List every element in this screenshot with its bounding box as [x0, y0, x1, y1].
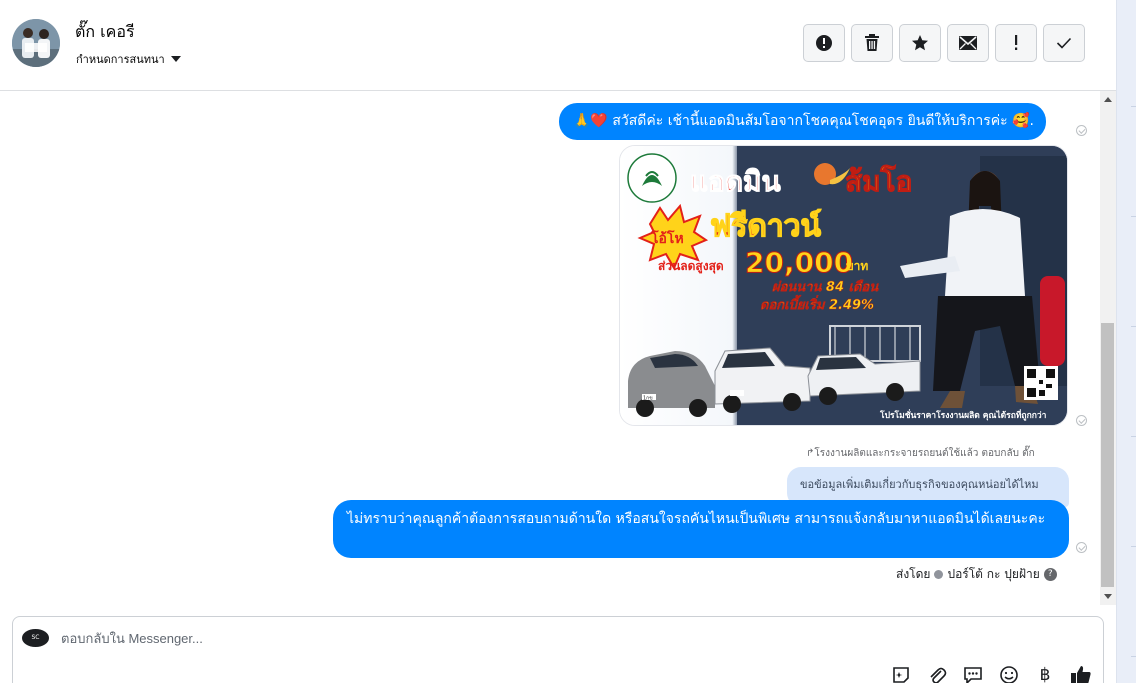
reply-input[interactable]: [61, 627, 961, 649]
star-button[interactable]: [899, 24, 941, 62]
emoji-icon: [1000, 666, 1018, 683]
star-icon: [912, 35, 928, 51]
follow-up-button[interactable]: [995, 24, 1037, 62]
sender-avatar-icon: [934, 570, 944, 579]
reply-context-label: ↱โรงงานผลิตและกระจายรถยนต์ใช้แล้ว ตอบกลั…: [806, 448, 1035, 459]
mark-spam-button[interactable]: [803, 24, 845, 62]
svg-text:20,000: 20,000: [745, 246, 853, 279]
svg-text:ส่วนลดสูงสุด: ส่วนลดสูงสุด: [658, 259, 724, 274]
read-receipt-icon: [1076, 415, 1087, 426]
sent-by-label: ส่งโดย ปอร์โต้ กะ ปุยฝ้าย ?: [896, 565, 1057, 584]
attach-button[interactable]: [925, 663, 949, 683]
baht-icon: ฿: [1039, 665, 1051, 683]
page-avatar: SC: [22, 629, 49, 647]
sticker-button[interactable]: [889, 663, 913, 683]
saved-replies-button[interactable]: [961, 663, 985, 683]
panel-divider: [1131, 546, 1136, 547]
panel-divider: [1131, 106, 1136, 107]
scroll-down-arrow-icon[interactable]: [1104, 594, 1112, 599]
trash-icon: [865, 34, 879, 51]
promo-image[interactable]: แอดมิน ส้มโอ โอ้โห ฟรีดาวน์ ส่วนลดสูงสุด…: [619, 145, 1068, 426]
sender-name[interactable]: ปอร์โต้ กะ ปุยฝ้าย: [947, 565, 1039, 584]
sent-by-prefix: ส่งโดย: [896, 567, 931, 581]
scroll-up-arrow-icon[interactable]: [1104, 97, 1112, 102]
message-bubble-greeting[interactable]: 🙏❤️ สวัสดีค่ะ เช้านี้แอดมินส้มโอจากโชคคุ…: [559, 103, 1046, 140]
delete-button[interactable]: [851, 24, 893, 62]
thumbs-up-icon: [1071, 666, 1091, 683]
assign-conversation-dropdown[interactable]: กำหนดการสนทนา: [76, 50, 181, 68]
contact-avatar[interactable]: [12, 19, 60, 67]
svg-text:โอ้โห: โอ้โห: [650, 229, 684, 247]
svg-text:ส้มโอ: ส้มโอ: [845, 164, 912, 198]
read-receipt-icon: [1076, 125, 1087, 136]
emoji-button[interactable]: [997, 663, 1021, 683]
panel-divider: [1131, 216, 1136, 217]
message-composer: SC ตอบกลับใน Messenger... ฿: [12, 616, 1104, 683]
message-bubble-followup[interactable]: ไม่ทราบว่าคุณลูกค้าต้องการสอบถามด้านใด ห…: [333, 500, 1069, 558]
chat-bubble-icon: [964, 667, 982, 683]
promo-graphic: แอดมิน ส้มโอ โอ้โห ฟรีดาวน์ ส่วนลดสูงสุด…: [620, 146, 1067, 425]
svg-text:1กข: 1กข: [643, 396, 653, 402]
panel-divider: [1131, 436, 1136, 437]
check-icon: [1056, 37, 1072, 49]
mark-unread-button[interactable]: [947, 24, 989, 62]
conversation-scrollbar[interactable]: [1100, 91, 1116, 605]
read-receipt-icon: [1076, 542, 1087, 553]
contact-name: ตั๊ก เคอรี: [75, 22, 135, 41]
payment-button[interactable]: ฿: [1033, 663, 1057, 683]
side-panel-edge: [1116, 0, 1136, 683]
like-button[interactable]: [1069, 663, 1093, 683]
paperclip-icon: [930, 667, 947, 683]
assign-conversation-label: กำหนดการสนทนา: [76, 53, 165, 66]
messenger-inbox: ตั๊ก เคอรี กำหนดการสนทนา 🙏❤️ สวัสดีค่ะ เ…: [0, 0, 1136, 683]
composer-toolbar: ฿: [889, 663, 1093, 683]
panel-divider: [1131, 656, 1136, 657]
panel-divider: [1131, 326, 1136, 327]
conversation-toolbar: [803, 24, 1085, 62]
svg-text:ฟรีดาวน์: ฟรีดาวน์: [710, 209, 822, 244]
envelope-icon: [959, 36, 977, 50]
svg-text:ผ่อนนาน 84 เดือน: ผ่อนนาน 84 เดือน: [772, 279, 879, 295]
svg-text:แอดมิน: แอดมิน: [690, 165, 781, 198]
caret-down-icon: [170, 56, 181, 62]
svg-text:บาท: บาท: [846, 259, 868, 273]
sticker-icon: [893, 667, 909, 683]
alert-circle-icon: [816, 35, 832, 51]
scrollbar-thumb[interactable]: [1101, 323, 1114, 587]
mark-done-button[interactable]: [1043, 24, 1085, 62]
help-icon[interactable]: ?: [1043, 568, 1057, 581]
conversation-header: ตั๊ก เคอรี กำหนดการสนทนา: [0, 0, 1116, 91]
exclamation-icon: [1015, 35, 1018, 50]
